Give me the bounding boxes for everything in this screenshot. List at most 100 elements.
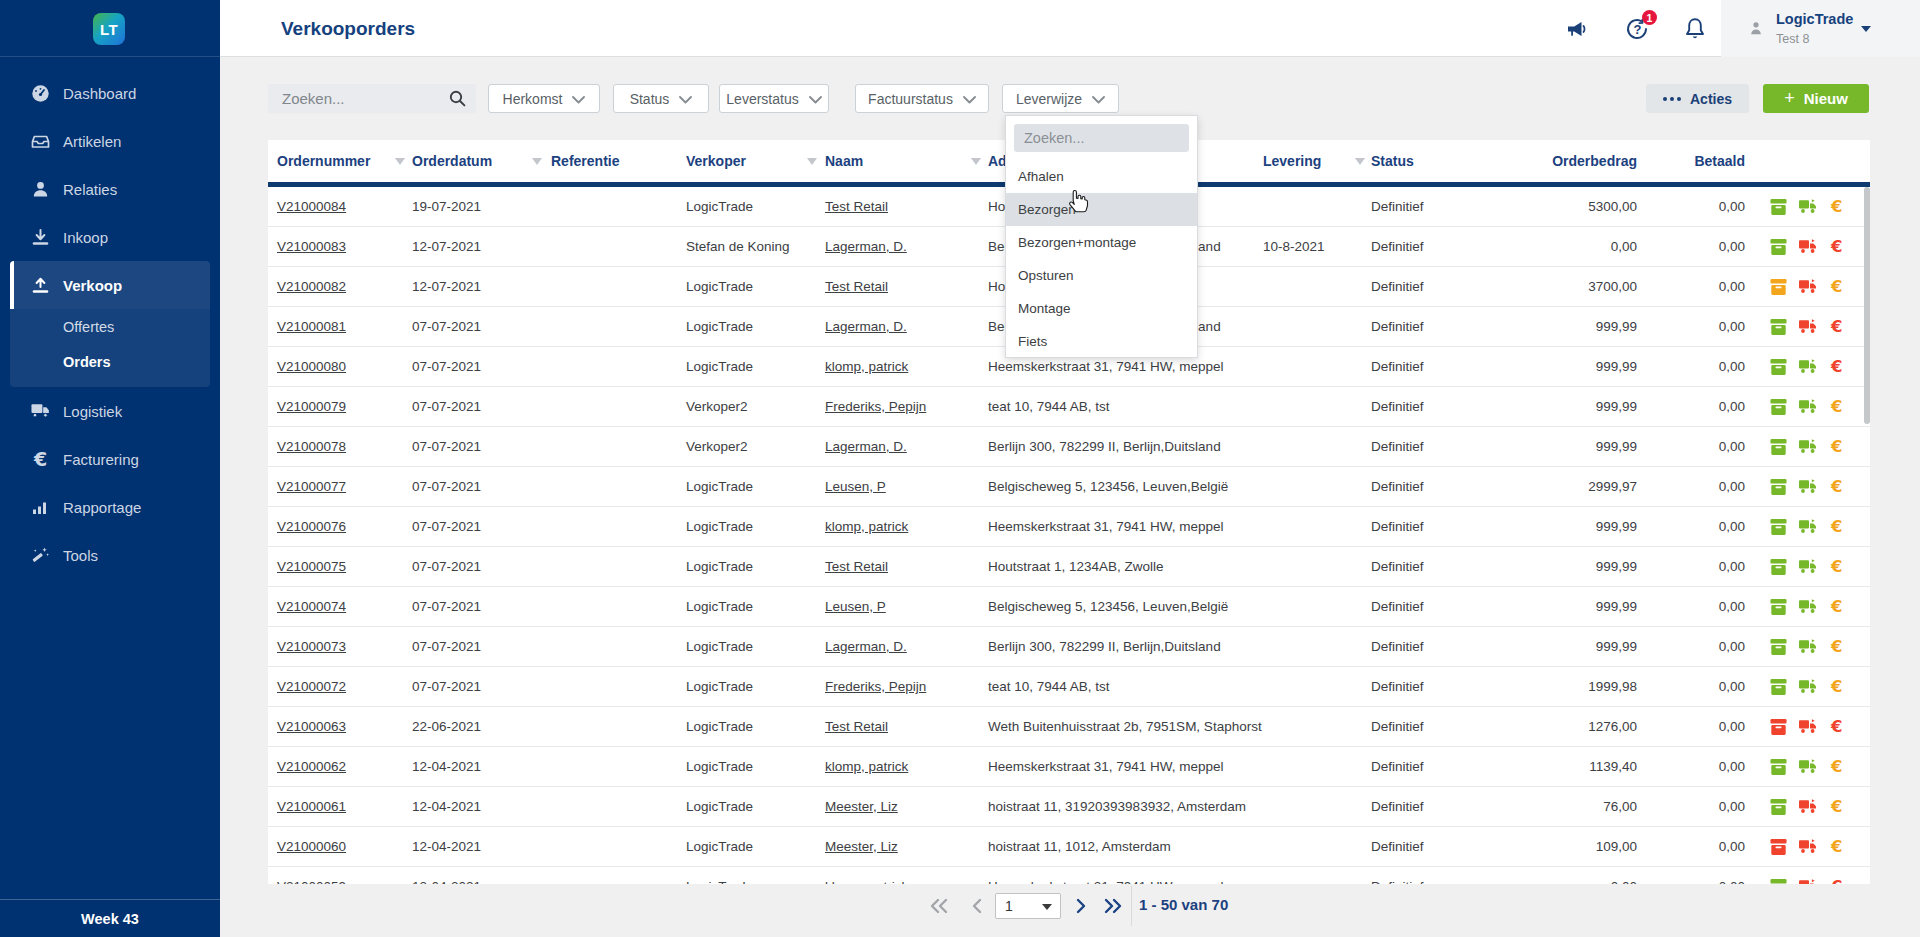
sidebar-item-dashboard[interactable]: Dashboard <box>0 69 220 117</box>
order-date-cell: 07-07-2021 <box>412 627 481 666</box>
customer-name-link[interactable]: Lagerman, D. <box>825 227 907 266</box>
table-scrollbar[interactable] <box>1864 187 1870 424</box>
dropdown-option-fiets[interactable]: Fiets <box>1006 325 1197 358</box>
order-number-link[interactable]: V21000072 <box>277 667 346 706</box>
page-select[interactable]: 1 <box>995 893 1061 919</box>
sidebar-item-facturering[interactable]: € Facturering <box>0 435 220 483</box>
column-header-betaald[interactable]: Betaald <box>1694 140 1745 182</box>
next-page-button[interactable] <box>1068 893 1094 919</box>
column-header-referentie[interactable]: Referentie <box>551 140 619 182</box>
order-number-link[interactable]: V21000079 <box>277 387 346 426</box>
order-number-link[interactable]: V21000074 <box>277 587 346 626</box>
customer-name-link[interactable]: Meester, Liz <box>825 827 898 866</box>
order-number-link[interactable]: V21000076 <box>277 507 346 546</box>
delivery-status-icon <box>1799 639 1817 655</box>
user-menu[interactable]: LogicTrade Test 8 <box>1721 0 1920 57</box>
customer-name-link[interactable]: Test Retail <box>825 267 888 306</box>
filter-factuurstatus-button[interactable]: Factuurstatus <box>855 84 989 113</box>
order-number-link[interactable]: V21000082 <box>277 267 346 306</box>
order-number-link[interactable]: V21000075 <box>277 547 346 586</box>
new-button[interactable]: + Nieuw <box>1763 84 1869 113</box>
sidebar-item-tools[interactable]: Tools <box>0 531 220 579</box>
column-header-orderdatum[interactable]: Orderdatum <box>412 140 492 182</box>
column-header-verkoper[interactable]: Verkoper <box>686 140 746 182</box>
dropdown-option-bezorgen-montage[interactable]: Bezorgen+montage <box>1006 226 1197 259</box>
logo[interactable]: LT <box>93 13 125 45</box>
dropdown-option-montage[interactable]: Montage <box>1006 292 1197 325</box>
order-number-link[interactable]: V21000059 <box>277 867 346 884</box>
stock-status-icon <box>1770 519 1788 535</box>
customer-name-link[interactable]: Lagerman, D. <box>825 427 907 466</box>
actions-label: Acties <box>1690 91 1732 107</box>
filter-herkomst-button[interactable]: Herkomst <box>488 84 600 113</box>
dropdown-option-bezorgen[interactable]: Bezorgen <box>1006 193 1197 226</box>
customer-name-link[interactable]: Lagerman, D. <box>825 627 907 666</box>
seller-cell: Verkoper2 <box>686 427 748 466</box>
order-number-link[interactable]: V21000078 <box>277 427 346 466</box>
search-icon[interactable] <box>449 90 466 111</box>
address-cell: Berlijn 300, 782299 II, Berlijn,Duitslan… <box>988 427 1221 466</box>
order-number-link[interactable]: V21000081 <box>277 307 346 346</box>
sidebar-item-inkoop[interactable]: Inkoop <box>0 213 220 261</box>
filter-caret-icon[interactable] <box>1355 158 1365 165</box>
order-number-link[interactable]: V21000060 <box>277 827 346 866</box>
order-number-link[interactable]: V21000061 <box>277 787 346 826</box>
sidebar-item-relaties[interactable]: Relaties <box>0 165 220 213</box>
column-header-levering[interactable]: Levering <box>1263 140 1321 182</box>
notifications-icon[interactable] <box>1682 16 1708 42</box>
customer-name-link[interactable]: Leusen, P <box>825 587 886 626</box>
filter-status-button[interactable]: Status <box>613 84 709 113</box>
order-number-link[interactable]: V21000080 <box>277 347 346 386</box>
seller-cell: LogicTrade <box>686 707 753 746</box>
order-number-link[interactable]: V21000084 <box>277 187 346 226</box>
column-header-naam[interactable]: Naam <box>825 140 863 182</box>
customer-name-link[interactable]: klomp, patrick <box>825 347 908 386</box>
announcements-icon[interactable] <box>1565 16 1591 42</box>
help-badge: 1 <box>1642 10 1657 25</box>
filter-caret-icon[interactable] <box>807 158 817 165</box>
sidebar-item-logistiek[interactable]: Logistiek <box>0 387 220 435</box>
order-number-link[interactable]: V21000083 <box>277 227 346 266</box>
filter-leverwijze-button[interactable]: Leverwijze <box>1002 84 1119 113</box>
sidebar-subitem-offertes[interactable]: Offertes <box>10 309 210 344</box>
filter-caret-icon[interactable] <box>971 158 981 165</box>
column-header-orderbedrag[interactable]: Orderbedrag <box>1552 140 1637 182</box>
delivery-status-icon <box>1799 199 1817 215</box>
column-header-status[interactable]: Status <box>1371 140 1414 182</box>
dropdown-option-afhalen[interactable]: Afhalen <box>1006 160 1197 193</box>
order-number-link[interactable]: V21000063 <box>277 707 346 746</box>
customer-name-link[interactable]: klomp, patrick <box>825 507 908 546</box>
filter-leverstatus-button[interactable]: Leverstatus <box>719 84 829 113</box>
first-page-button[interactable] <box>926 893 952 919</box>
sidebar-subitem-orders[interactable]: Orders <box>10 344 210 379</box>
search-input[interactable] <box>268 84 476 113</box>
customer-name-link[interactable]: Test Retail <box>825 187 888 226</box>
customer-name-link[interactable]: Frederiks, Pepijn <box>825 387 926 426</box>
sidebar-item-artikelen[interactable]: Artikelen <box>0 117 220 165</box>
filter-caret-icon[interactable] <box>395 158 405 165</box>
order-number-link[interactable]: V21000077 <box>277 467 346 506</box>
dropdown-search-input[interactable] <box>1014 124 1189 152</box>
paid-amount-cell: 0,00 <box>1719 347 1745 386</box>
dropdown-option-opsturen[interactable]: Opsturen <box>1006 259 1197 292</box>
customer-name-link[interactable]: Frederiks, Pepijn <box>825 667 926 706</box>
customer-name-link[interactable]: Test Retail <box>825 707 888 746</box>
status-cell: Definitief <box>1371 787 1424 826</box>
customer-name-link[interactable]: Lagerman, D. <box>825 307 907 346</box>
actions-button[interactable]: Acties <box>1646 84 1749 113</box>
order-date-cell: 07-07-2021 <box>412 307 481 346</box>
sidebar-item-verkoop[interactable]: Verkoop <box>10 261 210 309</box>
customer-name-link[interactable]: Test Retail <box>825 547 888 586</box>
sidebar-item-rapportage[interactable]: Rapportage <box>0 483 220 531</box>
order-number-link[interactable]: V21000062 <box>277 747 346 786</box>
previous-page-button[interactable] <box>964 893 990 919</box>
customer-name-link[interactable]: Meester, Liz <box>825 787 898 826</box>
filter-caret-icon[interactable] <box>532 158 542 165</box>
last-page-button[interactable] <box>1100 893 1126 919</box>
customer-name-link[interactable]: klomp, patrick <box>825 867 908 884</box>
order-number-link[interactable]: V21000073 <box>277 627 346 666</box>
customer-name-link[interactable]: klomp, patrick <box>825 747 908 786</box>
customer-name-link[interactable]: Leusen, P <box>825 467 886 506</box>
column-header-ordernummer[interactable]: Ordernummer <box>277 140 370 182</box>
help-icon[interactable]: ? 1 <box>1624 16 1650 42</box>
